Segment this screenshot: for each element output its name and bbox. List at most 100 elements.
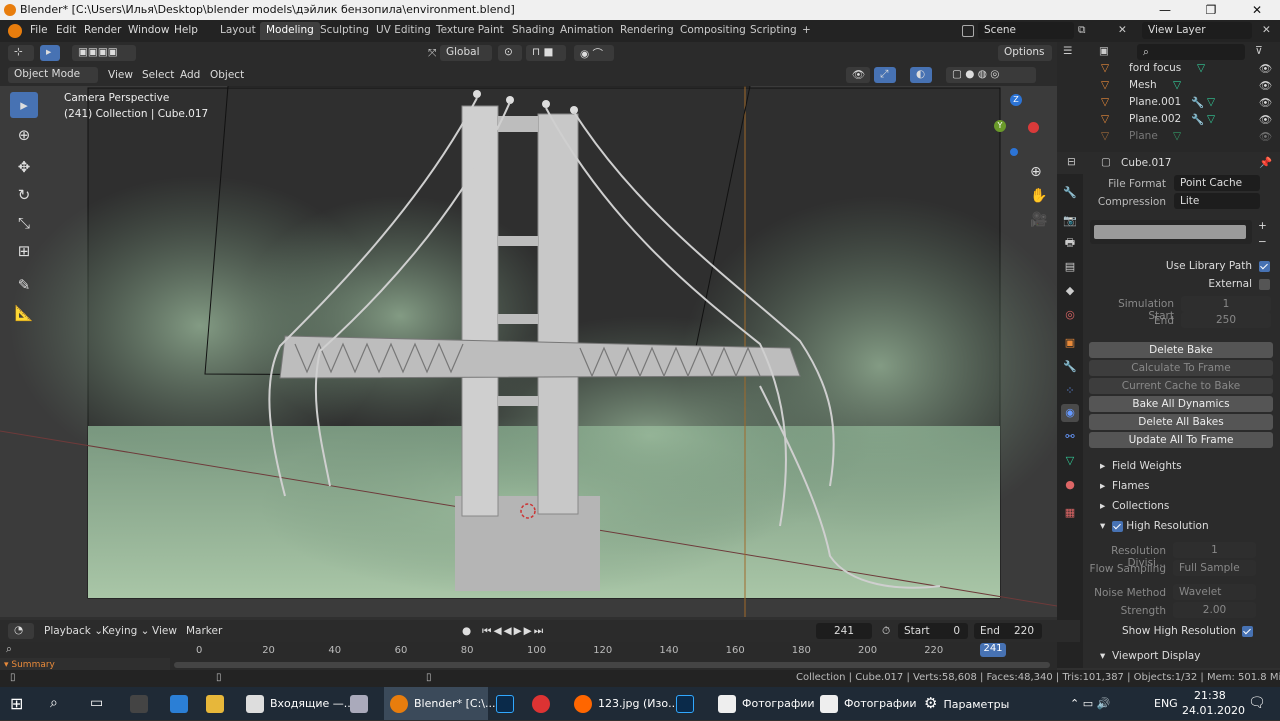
marker-menu[interactable]: Marker <box>186 625 222 637</box>
search-icon[interactable]: ⌕ <box>50 687 70 720</box>
delete-view-layer-icon[interactable]: ✕ <box>1262 24 1271 36</box>
menu-add[interactable]: Add <box>180 69 200 81</box>
start-frame-field[interactable]: Start 0 <box>898 623 968 639</box>
select-mode-icons[interactable]: ▣▣▣▣ <box>72 45 136 61</box>
zoom-icon[interactable]: ⊕ <box>1030 164 1042 180</box>
remove-cache-button[interactable]: − <box>1258 236 1267 248</box>
blender-menu-icon[interactable] <box>8 24 22 38</box>
tab-view-layer-icon[interactable]: ▤ <box>1061 258 1079 276</box>
view-layer-field[interactable]: View Layer <box>1142 22 1252 39</box>
minimize-button[interactable]: — <box>1142 0 1188 20</box>
new-scene-icon[interactable]: ⧉ <box>1078 24 1086 37</box>
tab-sculpting[interactable]: Sculpting <box>314 22 375 40</box>
timeline-editor-icon[interactable]: ◔ <box>8 623 34 639</box>
external-checkbox[interactable] <box>1259 278 1270 290</box>
select-box-tool-icon[interactable]: ▸ <box>10 92 38 118</box>
taskbar-app-photos2[interactable]: Фотографии <box>814 687 917 720</box>
tab-animation[interactable]: Animation <box>554 22 620 40</box>
editor-type-icon[interactable]: ⊹ <box>8 45 34 61</box>
timeline-ruler[interactable]: ⌕ ▾ Summary 0 20 40 60 80 100 120 140 160 180 200 2… <box>0 642 1057 670</box>
tab-shading[interactable]: Shading <box>506 22 561 40</box>
axis-z-icon[interactable]: Z <box>1010 94 1022 106</box>
clock-time[interactable]: 21:38 <box>1194 689 1226 702</box>
tab-output-icon[interactable]: 🖶 <box>1061 234 1079 252</box>
menu-select[interactable]: Select <box>142 69 174 81</box>
outliner-row[interactable]: ▽ ford focus ▽ 👁 <box>1057 62 1280 79</box>
close-window-button[interactable]: ✕ <box>1234 0 1280 20</box>
select-tool-icon[interactable]: ▸ <box>40 45 60 61</box>
flow-sampling-dropdown[interactable]: Full Sample <box>1173 560 1256 576</box>
outliner-row[interactable]: ▽ Plane.002 🔧 ▽ 👁 <box>1057 113 1280 130</box>
tab-texture-icon[interactable]: ▦ <box>1061 504 1079 522</box>
section-high-resolution[interactable]: ▾ High Resolution <box>1100 520 1209 532</box>
timeline-search-icon[interactable]: ⌕ <box>6 643 12 656</box>
timeline-scrollbar[interactable] <box>174 662 1050 668</box>
navigation-gizmo[interactable]: Z Y ⊕ ✋ 🎥 <box>990 90 1050 250</box>
taskbar-app-settings[interactable]: ⚙ Параметры <box>918 687 1018 720</box>
axis-x-icon[interactable] <box>1028 122 1039 133</box>
tab-physics-icon[interactable]: ◉ <box>1061 404 1079 422</box>
tab-world-icon[interactable]: ◎ <box>1061 306 1079 324</box>
pan-hand-icon[interactable]: ✋ <box>1030 188 1047 204</box>
menu-help[interactable]: Help <box>174 24 198 36</box>
taskbar-app-photos1[interactable]: Фотографии <box>712 687 815 720</box>
display-mode-icon[interactable]: ▣ <box>1099 45 1109 57</box>
add-cache-button[interactable]: + <box>1258 220 1267 232</box>
taskbar-app-firefox[interactable]: 123.jpg (Изо... <box>568 687 679 720</box>
tab-object-icon[interactable]: ▣ <box>1061 334 1079 352</box>
tab-uv-editing[interactable]: UV Editing <box>370 22 437 40</box>
language-indicator[interactable]: ENG <box>1154 687 1178 720</box>
tab-modifier-icon[interactable]: 🔧 <box>1061 358 1079 376</box>
calculator-icon[interactable] <box>130 687 154 720</box>
use-library-path-checkbox[interactable] <box>1259 260 1270 272</box>
tab-compositing[interactable]: Compositing <box>674 22 752 40</box>
scene-field[interactable]: Scene <box>978 22 1074 39</box>
playback-menu[interactable]: Playback ⌄ <box>44 625 103 637</box>
system-tray-icons[interactable]: ⌃ ▭ 🔊 <box>1070 687 1150 720</box>
show-high-resolution-checkbox[interactable] <box>1242 625 1253 637</box>
delete-bake-button[interactable]: Delete Bake <box>1089 342 1273 358</box>
annotate-tool-icon[interactable]: ✎ <box>10 272 38 298</box>
file-format-dropdown[interactable]: Point Cache <box>1174 175 1260 191</box>
tab-material-icon[interactable]: ● <box>1061 476 1079 494</box>
outliner-editor-icon[interactable]: ☰ <box>1063 45 1072 57</box>
taskbar-app-mail[interactable]: Входящие —... <box>240 687 354 720</box>
outliner-row[interactable]: ▽ Plane.001 🔧 ▽ 👁 <box>1057 96 1280 113</box>
tab-texture-paint[interactable]: Texture Paint <box>430 22 510 40</box>
current-frame-marker[interactable]: 241 <box>980 643 1006 657</box>
maximize-button[interactable]: ❐ <box>1188 0 1234 20</box>
rotate-tool-icon[interactable]: ↻ <box>10 182 38 208</box>
move-tool-icon[interactable]: ✥ <box>10 154 38 180</box>
outliner-row[interactable]: ▽ Mesh ▽ 👁 <box>1057 79 1280 96</box>
tab-scene-icon[interactable]: ◆ <box>1061 282 1079 300</box>
cache-list-item[interactable] <box>1094 225 1246 239</box>
camera-view-icon[interactable]: 🎥 <box>1030 212 1047 228</box>
tab-constraints-icon[interactable]: ⚯ <box>1061 428 1079 446</box>
noise-method-dropdown[interactable]: Wavelet <box>1173 584 1256 600</box>
shading-mode-icons[interactable]: ▢ ● ◍ ◎ <box>946 67 1036 83</box>
windows-start-icon[interactable]: ⊞ <box>10 687 34 720</box>
photoshop2-icon[interactable] <box>676 687 700 720</box>
snap-icon[interactable]: ⊓ ■ <box>526 45 566 61</box>
pivot-icon[interactable]: ⊙ <box>498 45 522 61</box>
tab-scripting[interactable]: Scripting <box>744 22 803 40</box>
cursor-tool-icon[interactable]: ⊕ <box>10 122 38 148</box>
tab-render-icon[interactable]: 📷 <box>1061 212 1079 230</box>
scale-tool-icon[interactable]: ⤡ <box>10 210 38 236</box>
menu-view[interactable]: View <box>108 69 133 81</box>
menu-file[interactable]: File <box>30 24 48 36</box>
current-frame-field[interactable]: 241 <box>816 623 872 639</box>
transform-tool-icon[interactable]: ⊞ <box>10 238 38 264</box>
record-icon[interactable]: ● <box>462 625 471 637</box>
section-collections[interactable]: ▸ Collections <box>1100 500 1169 512</box>
tab-layout[interactable]: Layout <box>214 22 262 40</box>
menu-edit[interactable]: Edit <box>56 24 76 36</box>
tab-tool-icon[interactable]: 🔧 <box>1061 184 1079 202</box>
outliner-search-input[interactable]: ⌕ <box>1137 44 1245 60</box>
menu-render[interactable]: Render <box>84 24 121 36</box>
clock-date[interactable]: 24.01.2020 <box>1182 704 1245 717</box>
overlay-toggle-icon[interactable]: ◐ <box>910 67 932 83</box>
strength-field[interactable]: 2.00 <box>1173 602 1256 618</box>
task-view-icon[interactable]: ▭ <box>90 687 110 720</box>
explorer-icon[interactable] <box>206 687 230 720</box>
